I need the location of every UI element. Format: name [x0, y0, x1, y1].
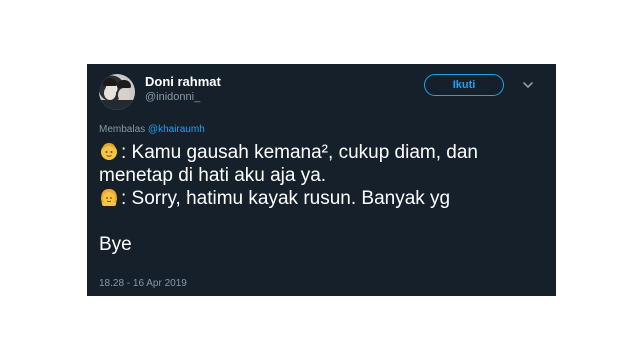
tweet-line: : Kamu gausah kemana², cukup diam, dan [99, 141, 539, 164]
person-emoji-icon [101, 143, 117, 160]
line-text: : Kamu gausah kemana², cukup diam, dan [121, 142, 478, 163]
author-name[interactable]: Doni rahmat [145, 74, 221, 89]
tweet-text: : Kamu gausah kemana², cukup diam, dan m… [99, 141, 539, 256]
tweet-card: Doni rahmat @inidonni_ Ikuti Membalas @k… [87, 64, 556, 296]
replying-prefix: Membalas [99, 124, 146, 135]
author-handle[interactable]: @inidonni_ [145, 91, 200, 103]
tweet-line: : Sorry, hatimu kayak rusun. Banyak yg [99, 187, 539, 210]
line-text: : Sorry, hatimu kayak rusun. Banyak yg [121, 188, 451, 209]
line-text: Bye [99, 234, 132, 255]
avatar[interactable] [99, 74, 135, 110]
follow-button[interactable]: Ikuti [424, 74, 504, 96]
tweet-line: menetap di hati aku aja ya. [99, 164, 539, 187]
line-text: menetap di hati aku aja ya. [99, 165, 327, 186]
timestamp[interactable]: 18.28 - 16 Apr 2019 [99, 278, 187, 289]
chevron-down-icon[interactable] [521, 78, 535, 92]
replying-to: Membalas @khairaumh [99, 124, 205, 135]
mention-link[interactable]: @khairaumh [148, 124, 205, 135]
girl-emoji-icon [101, 189, 117, 206]
tweet-line: Bye [99, 233, 539, 256]
